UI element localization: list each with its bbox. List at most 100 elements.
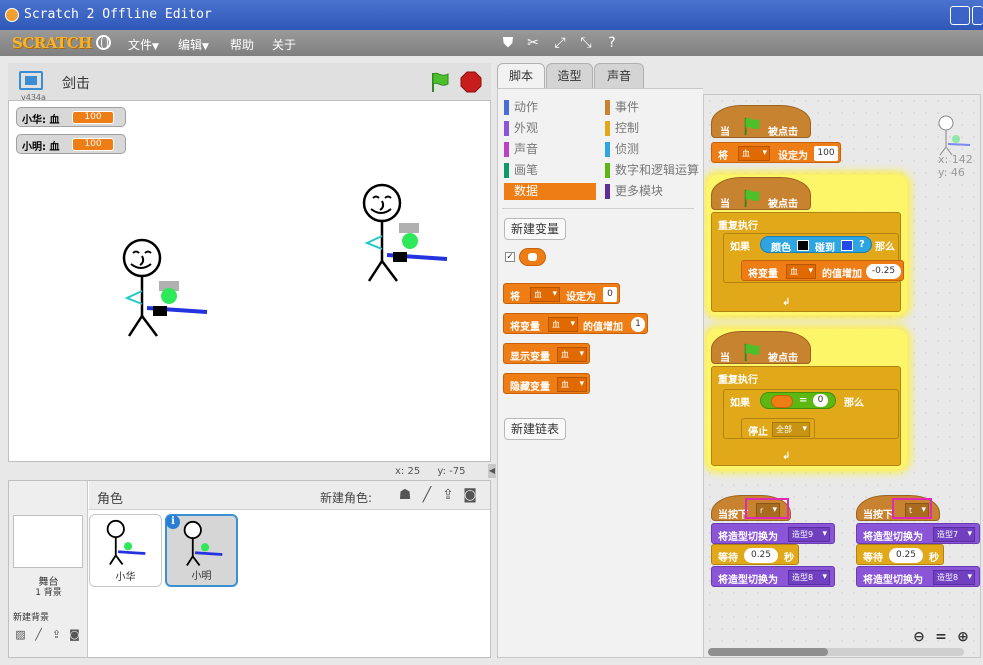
variable-monitor[interactable]: 小明: 血 100 (16, 134, 126, 154)
menu-file[interactable]: 文件▼ (128, 36, 159, 53)
duplicate-tool-icon[interactable]: ⛊ (500, 35, 516, 51)
new-list-button[interactable]: 新建链表 (504, 418, 567, 440)
green-flag-icon[interactable] (429, 71, 451, 93)
set-variable-block[interactable]: 将 血 设定为 100 (711, 142, 841, 163)
color-swatch-black[interactable] (797, 240, 809, 251)
key-highlight-box (892, 498, 932, 519)
scrollbar-thumb[interactable] (708, 648, 828, 656)
scratch-logo[interactable]: SCRATCH (12, 34, 92, 52)
variable-monitor[interactable]: 小华: 血 100 (16, 107, 126, 127)
new-sprite-label: 新建角色: (320, 491, 373, 505)
wait-block[interactable]: 等待 0.25 秒 (856, 544, 944, 565)
menu-edit[interactable]: 编辑▼ (178, 36, 209, 53)
category-sound[interactable]: 声音 (504, 141, 596, 158)
backdrop-count: 1 背景 (35, 588, 62, 598)
wait-block[interactable]: 等待 0.25 秒 (711, 544, 799, 565)
delete-tool-icon[interactable]: ✂ (525, 35, 541, 51)
category-motion[interactable]: 动作 (504, 99, 596, 116)
scripts-area[interactable]: x: 142 y: 46 当 被点击 将 血 设定为 100 当 被点击 重复执… (703, 94, 981, 658)
stop-block[interactable]: 停止 全部 (741, 418, 815, 439)
switch-costume-block[interactable]: 将造型切换为 造型8 (711, 566, 835, 587)
switch-costume-block[interactable]: 将造型切换为 造型8 (856, 566, 980, 587)
stick-figure-sprite[interactable] (357, 181, 452, 291)
loop-arrow-icon: ↲ (782, 297, 791, 308)
window-title: Scratch 2 Offline Editor (24, 7, 212, 22)
mouse-x: x: 25 (395, 466, 421, 477)
set-variable-block[interactable]: 将 血 设定为 0 (503, 283, 620, 304)
new-backdrop-label: 新建背景 (13, 613, 50, 623)
paint-sprite-icon[interactable]: ╱ (418, 486, 436, 504)
upload-sprite-icon[interactable]: ⇪ (439, 486, 457, 504)
zoom-reset-icon[interactable]: = (932, 628, 950, 646)
category-pen[interactable]: 画笔 (504, 162, 596, 179)
stage-thumbnail[interactable] (13, 515, 83, 568)
monitor-label: 小明: 血 (22, 142, 60, 153)
green-flag-icon (744, 189, 760, 208)
sprite-name: 小华 (115, 572, 136, 583)
sprite-thumbnail-image (183, 520, 223, 566)
monitor-value: 100 (72, 111, 114, 124)
category-operators[interactable]: 数字和逻辑运算 (605, 162, 701, 179)
help-tool-icon[interactable]: ? (604, 35, 620, 51)
green-flag-icon (744, 117, 760, 136)
color-swatch-blue[interactable] (841, 240, 853, 251)
tab-costumes[interactable]: 造型 (546, 63, 593, 88)
category-control[interactable]: 控制 (605, 120, 701, 137)
maximize-button[interactable] (972, 6, 983, 25)
variable-reporter[interactable] (519, 248, 546, 266)
when-flag-clicked-block[interactable]: 当 被点击 (711, 177, 811, 210)
stick-figure-sprite[interactable] (117, 236, 212, 346)
library-sprite-icon[interactable]: ☗ (396, 486, 414, 504)
stage-header: v434a 剑击 (8, 63, 491, 102)
paint-backdrop-icon[interactable]: ▨ (13, 629, 28, 641)
camera-backdrop-icon[interactable]: ◙ (67, 629, 82, 641)
category-more-blocks[interactable]: 更多模块 (605, 183, 701, 200)
upload-backdrop-icon[interactable]: ⇪ (49, 629, 64, 641)
category-data[interactable]: 数据 (504, 183, 596, 200)
minimize-button[interactable] (950, 6, 970, 25)
camera-sprite-icon[interactable]: ◙ (461, 486, 479, 504)
horizontal-scrollbar[interactable] (708, 648, 964, 656)
info-icon[interactable]: i (166, 515, 180, 529)
change-variable-block[interactable]: 将变量 血 的值增加 -0.25 (741, 260, 904, 281)
switch-costume-block[interactable]: 将造型切换为 造型9 (711, 523, 835, 544)
monitor-label: 小华: 血 (22, 115, 60, 126)
sprite-tile[interactable]: 小华 (89, 514, 162, 587)
new-variable-button[interactable]: 新建变量 (504, 218, 567, 240)
change-variable-block[interactable]: 将变量 血 的值增加 1 (503, 313, 648, 334)
menu-bar: SCRATCH 文件▼ 编辑▼ 帮助 关于 ⛊ ✂ ⤢ ⤡ ? (0, 30, 983, 56)
sprite-name: 小明 (191, 571, 212, 582)
collapse-stage-icon[interactable]: ◀ (488, 464, 496, 478)
fullscreen-icon[interactable] (19, 71, 43, 90)
zoom-out-icon[interactable]: ⊖ (910, 628, 928, 646)
variable-reporter[interactable] (771, 395, 793, 408)
loop-arrow-icon: ↲ (782, 451, 791, 462)
tab-sounds[interactable]: 声音 (594, 63, 644, 88)
project-title[interactable]: 剑击 (62, 73, 90, 93)
category-sensing[interactable]: 侦测 (605, 141, 701, 158)
language-globe-icon[interactable] (96, 35, 111, 50)
shrink-tool-icon[interactable]: ⤡ (578, 35, 594, 51)
stop-icon[interactable] (460, 71, 482, 93)
variable-checkbox[interactable]: ✓ (505, 252, 515, 262)
category-events[interactable]: 事件 (605, 99, 701, 116)
touching-color-block[interactable]: 颜色 碰到 ? (760, 236, 872, 254)
sprite-tile-selected[interactable]: i 小明 (165, 514, 238, 587)
sprite-pane: 舞台 1 背景 新建背景 ▨ ╱ ⇪ ◙ 角色 新建角色: ☗ ╱ ⇪ ◙ 小华… (8, 480, 491, 658)
tab-scripts[interactable]: 脚本 (497, 63, 545, 90)
category-looks[interactable]: 外观 (504, 120, 596, 137)
equals-block[interactable]: = 0 (760, 392, 836, 409)
zoom-in-icon[interactable]: ⊕ (954, 628, 972, 646)
when-flag-clicked-block[interactable]: 当 被点击 (711, 331, 811, 364)
menu-help[interactable]: 帮助 (230, 36, 254, 53)
switch-costume-block[interactable]: 将造型切换为 造型7 (856, 523, 980, 544)
show-variable-block[interactable]: 显示变量 血 (503, 343, 590, 364)
mouse-y: y: -75 (437, 466, 466, 477)
stage[interactable]: 小华: 血 100 小明: 血 100 (8, 100, 491, 462)
grow-tool-icon[interactable]: ⤢ (552, 35, 568, 51)
sprite-x: x: 142 (938, 153, 973, 166)
hide-variable-block[interactable]: 隐藏变量 血 (503, 373, 590, 394)
when-flag-clicked-block[interactable]: 当 被点击 (711, 105, 811, 138)
draw-backdrop-icon[interactable]: ╱ (31, 629, 46, 641)
menu-about[interactable]: 关于 (272, 36, 296, 53)
